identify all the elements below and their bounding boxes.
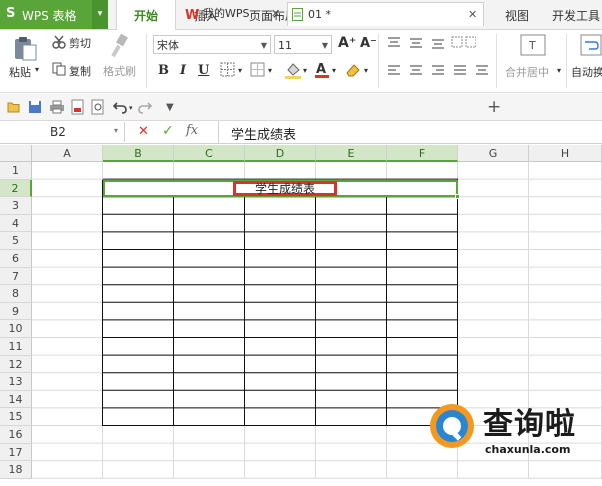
copy-icon bbox=[52, 62, 66, 76]
shrink-font-button[interactable]: A⁻ bbox=[360, 36, 377, 51]
font-name-value: 宋体 bbox=[157, 39, 179, 52]
doc-tab-my-wps[interactable]: W 我的WPS ✕ bbox=[185, 2, 283, 25]
print-icon[interactable] bbox=[49, 100, 65, 114]
merge-center-dropdown-icon[interactable]: ▾ bbox=[557, 66, 561, 75]
merge-center-button[interactable]: 合并居中 bbox=[505, 64, 549, 80]
underline-button[interactable]: U bbox=[198, 63, 209, 78]
app-menu-dropdown-icon[interactable]: ▾ bbox=[92, 0, 108, 29]
formula-input-value: 学生成绩表 bbox=[231, 128, 297, 143]
insert-function-icon[interactable]: fx bbox=[186, 123, 198, 138]
export-pdf-icon[interactable] bbox=[71, 99, 85, 115]
clear-format-icon[interactable] bbox=[344, 61, 362, 79]
tab-home[interactable]: 开始 bbox=[116, 0, 176, 30]
customize-toolbar-icon[interactable]: ▼ bbox=[166, 102, 174, 113]
new-tab-icon[interactable]: + bbox=[487, 97, 501, 117]
save-icon[interactable] bbox=[28, 100, 42, 114]
merge-center-icon[interactable]: T bbox=[520, 34, 546, 56]
name-box-value: B2 bbox=[50, 125, 66, 139]
undo-icon[interactable] bbox=[113, 100, 127, 114]
fill-handle[interactable] bbox=[455, 194, 460, 200]
tab-developer[interactable]: 开发工具 bbox=[552, 0, 602, 29]
app-menu-button[interactable]: S WPS 表格 ▾ bbox=[0, 0, 108, 29]
font-name-select[interactable]: 宋体 ▼ bbox=[153, 35, 271, 54]
doc-tab-01[interactable]: 01 * ✕ bbox=[287, 2, 484, 26]
title-cell-text: 学生成绩表 bbox=[233, 180, 337, 196]
font-size-value: 11 bbox=[278, 39, 292, 52]
vertical-alignment-icons[interactable] bbox=[386, 36, 476, 50]
ribbon-separator bbox=[146, 34, 147, 88]
wps-logo-icon: S bbox=[6, 6, 16, 21]
fill-color-icon[interactable] bbox=[284, 61, 302, 79]
font-color-icon[interactable]: A bbox=[314, 60, 330, 80]
svg-text:T: T bbox=[528, 39, 536, 52]
redo-icon[interactable] bbox=[138, 100, 152, 114]
font-size-dropdown-icon[interactable]: ▼ bbox=[322, 36, 328, 55]
merge-borders-icon[interactable] bbox=[250, 62, 266, 78]
bold-button[interactable]: B bbox=[158, 63, 169, 78]
name-box-dropdown-icon[interactable]: ▾ bbox=[114, 126, 118, 135]
format-painter-button[interactable]: 格式刷 bbox=[103, 63, 136, 79]
cut-button[interactable]: 剪切 bbox=[69, 35, 91, 51]
chaxunla-logo-icon bbox=[430, 404, 474, 448]
scissors-icon bbox=[52, 35, 66, 49]
watermark-domain: chaxunla.com bbox=[485, 443, 571, 456]
ribbon-separator bbox=[496, 34, 497, 88]
close-tab-icon[interactable]: ✕ bbox=[271, 2, 280, 25]
borders-icon[interactable] bbox=[220, 62, 236, 78]
tab-view[interactable]: 视图 bbox=[492, 0, 542, 29]
svg-text:W: W bbox=[185, 8, 199, 21]
cancel-edit-icon[interactable]: ✕ bbox=[138, 124, 149, 139]
paste-button[interactable]: 粘贴 bbox=[9, 64, 31, 80]
chaxunla-watermark: 查询啦 chaxunla.com bbox=[425, 395, 602, 465]
doc-tab-label: 我的WPS bbox=[203, 7, 250, 20]
close-tab-icon[interactable]: ✕ bbox=[468, 3, 477, 26]
doc-tab-label: 01 * bbox=[308, 8, 331, 21]
name-box[interactable]: B2 ▾ bbox=[0, 122, 125, 142]
student-table-borders bbox=[102, 178, 458, 426]
merge-borders-dropdown-icon[interactable]: ▾ bbox=[268, 66, 272, 75]
format-painter-icon bbox=[111, 33, 128, 58]
ribbon-separator bbox=[378, 34, 379, 88]
ribbon-separator bbox=[566, 34, 567, 88]
font-name-dropdown-icon[interactable]: ▼ bbox=[261, 36, 267, 55]
paste-dropdown-icon[interactable]: ▾ bbox=[35, 65, 39, 74]
borders-dropdown-icon[interactable]: ▾ bbox=[238, 66, 242, 75]
clear-format-dropdown-icon[interactable]: ▾ bbox=[364, 66, 368, 75]
wps-home-icon: W bbox=[185, 8, 199, 21]
confirm-edit-icon[interactable]: ✓ bbox=[162, 123, 174, 139]
font-size-select[interactable]: 11 ▼ bbox=[274, 35, 332, 54]
font-color-dropdown-icon[interactable]: ▾ bbox=[332, 66, 336, 75]
app-name: WPS 表格 bbox=[22, 9, 77, 23]
copy-button[interactable]: 复制 bbox=[69, 63, 91, 79]
auto-wrap-button[interactable]: 自动换 bbox=[571, 64, 602, 80]
print-preview-icon[interactable] bbox=[91, 99, 105, 115]
svg-text:A: A bbox=[316, 62, 326, 77]
watermark-brand: 查询啦 bbox=[483, 407, 576, 442]
grow-font-button[interactable]: A⁺ bbox=[338, 35, 356, 51]
undo-dropdown-icon[interactable]: ▾ bbox=[129, 104, 133, 112]
spreadsheet-file-icon bbox=[292, 8, 303, 21]
fill-color-dropdown-icon[interactable]: ▾ bbox=[303, 66, 307, 75]
horizontal-alignment-icons[interactable] bbox=[386, 64, 490, 78]
italic-button[interactable]: I bbox=[180, 63, 186, 78]
paste-icon[interactable] bbox=[12, 35, 38, 61]
open-folder-icon[interactable] bbox=[7, 100, 21, 114]
auto-wrap-icon[interactable] bbox=[580, 34, 602, 56]
formula-input[interactable]: 学生成绩表 bbox=[218, 121, 602, 143]
